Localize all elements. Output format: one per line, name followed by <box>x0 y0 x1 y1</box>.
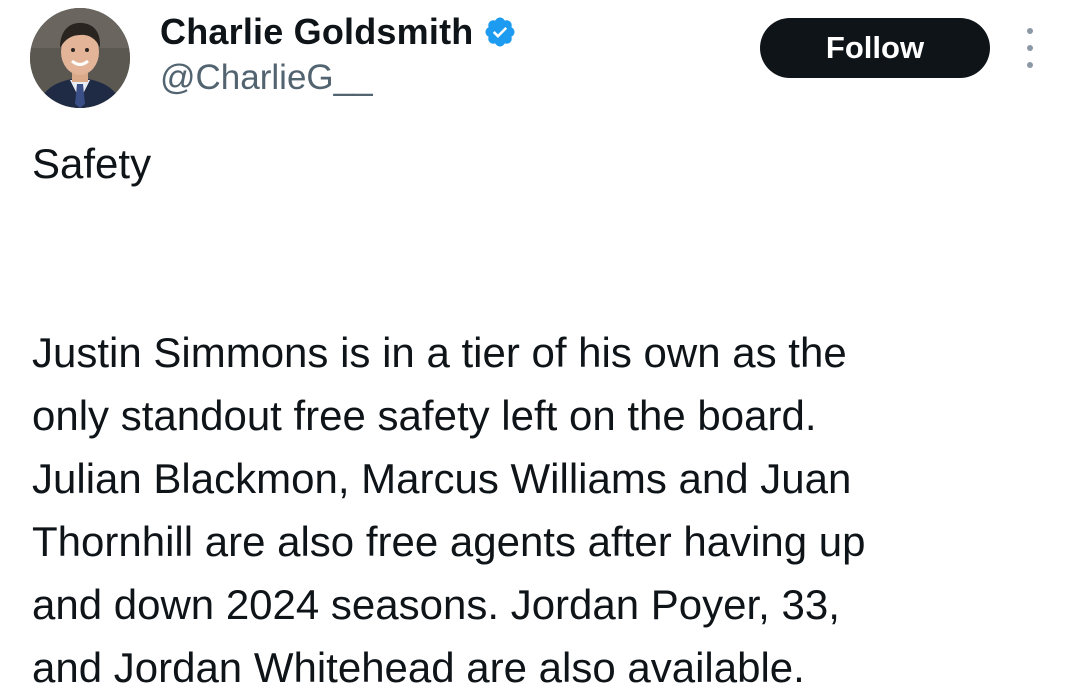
verified-badge-icon <box>483 15 517 49</box>
avatar[interactable] <box>30 8 130 108</box>
more-dot <box>1027 45 1033 51</box>
more-vertical-icon[interactable] <box>1012 28 1048 68</box>
author-handle[interactable]: @CharlieG__ <box>160 58 373 98</box>
more-dot <box>1027 28 1033 34</box>
tweet-spacer <box>32 195 1062 258</box>
tweet-line: Thornhill are also free agents after hav… <box>32 518 866 565</box>
more-dot <box>1027 62 1033 68</box>
tweet-heading: Safety <box>32 140 152 187</box>
tweet-line: and Jordan Whitehead are also available. <box>32 644 805 691</box>
author-name-row: Charlie Goldsmith <box>160 10 517 54</box>
tweet-spacer <box>32 258 1062 321</box>
tweet-text: Safety Justin Simmons is in a tier of hi… <box>32 132 1062 699</box>
tweet-line: and down 2024 seasons. Jordan Poyer, 33, <box>32 581 840 628</box>
author-display-name[interactable]: Charlie Goldsmith <box>160 11 473 53</box>
profile-photo <box>30 8 130 108</box>
follow-button[interactable]: Follow <box>760 18 990 78</box>
tweet-line: Justin Simmons is in a tier of his own a… <box>32 329 847 376</box>
tweet-line: Julian Blackmon, Marcus Williams and Jua… <box>32 455 852 502</box>
tweet-line: only standout free safety left on the bo… <box>32 392 817 439</box>
tweet-card: Charlie Goldsmith @CharlieG__ Follow Saf… <box>0 0 1080 691</box>
